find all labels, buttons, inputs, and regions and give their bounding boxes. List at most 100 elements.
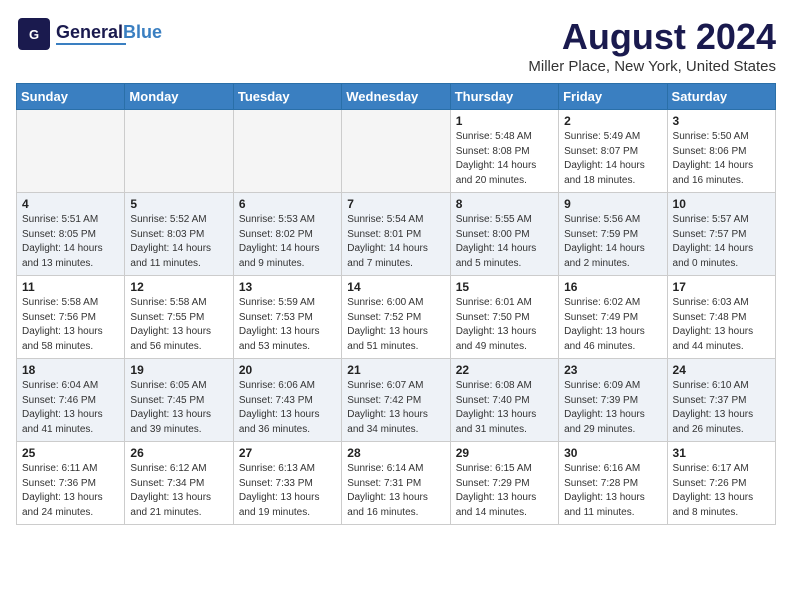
day-info: Sunrise: 5:54 AM Sunset: 8:01 PM Dayligh… [347, 213, 444, 271]
day-number: 26 [130, 446, 227, 460]
day-number: 25 [22, 446, 119, 460]
calendar-cell: 24Sunrise: 6:10 AM Sunset: 7:37 PM Dayli… [667, 359, 775, 442]
calendar-week-3: 11Sunrise: 5:58 AM Sunset: 7:56 PM Dayli… [17, 276, 776, 359]
day-info: Sunrise: 5:59 AM Sunset: 7:53 PM Dayligh… [239, 296, 336, 354]
calendar-week-1: 1Sunrise: 5:48 AM Sunset: 8:08 PM Daylig… [17, 110, 776, 193]
day-info: Sunrise: 6:15 AM Sunset: 7:29 PM Dayligh… [456, 462, 553, 520]
calendar-cell: 4 Sunrise: 5:51 AM Sunset: 8:05 PM Daylig… [17, 193, 125, 276]
calendar-cell: 10Sunrise: 5:57 AM Sunset: 7:57 PM Dayli… [667, 193, 775, 276]
day-number: 4 [22, 197, 119, 211]
calendar-week-5: 25 Sunrise: 6:11 AM Sunset: 7:36 PM Dayli… [17, 442, 776, 525]
calendar-cell: 19Sunrise: 6:05 AM Sunset: 7:45 PM Dayli… [125, 359, 233, 442]
day-number: 20 [239, 363, 336, 377]
calendar-cell [17, 110, 125, 193]
day-info: Sunrise: 6:09 AM Sunset: 7:39 PM Dayligh… [564, 379, 661, 437]
day-number: 3 [673, 114, 770, 128]
day-info: Sunrise: 6:17 AM Sunset: 7:26 PM Dayligh… [673, 462, 770, 520]
day-number: 14 [347, 280, 444, 294]
logo-blue: Blue [123, 22, 162, 42]
day-number: 21 [347, 363, 444, 377]
day-info: Sunrise: 6:01 AM Sunset: 7:50 PM Dayligh… [456, 296, 553, 354]
col-header-saturday: Saturday [667, 84, 775, 110]
logo: G GeneralBlue [16, 16, 162, 52]
day-number: 31 [673, 446, 770, 460]
day-info: Sunrise: 5:49 AM Sunset: 8:07 PM Dayligh… [564, 130, 661, 188]
day-info: Sunrise: 6:16 AM Sunset: 7:28 PM Dayligh… [564, 462, 661, 520]
day-info: Sunrise: 5:58 AM Sunset: 7:56 PM Dayligh… [22, 296, 119, 354]
calendar-cell: 6 Sunrise: 5:53 AM Sunset: 8:02 PM Daylig… [233, 193, 341, 276]
title-block: August 2024 Miller Place, New York, Unit… [528, 16, 776, 75]
day-info: Sunrise: 6:12 AM Sunset: 7:34 PM Dayligh… [130, 462, 227, 520]
day-info: Sunrise: 6:14 AM Sunset: 7:31 PM Dayligh… [347, 462, 444, 520]
calendar-cell: 2 Sunrise: 5:49 AM Sunset: 8:07 PM Daylig… [559, 110, 667, 193]
calendar-cell: 29 Sunrise: 6:15 AM Sunset: 7:29 PM Dayli… [450, 442, 558, 525]
calendar-cell [342, 110, 450, 193]
day-info: Sunrise: 6:07 AM Sunset: 7:42 PM Dayligh… [347, 379, 444, 437]
svg-text:G: G [29, 27, 39, 42]
day-info: Sunrise: 6:02 AM Sunset: 7:49 PM Dayligh… [564, 296, 661, 354]
col-header-sunday: Sunday [17, 84, 125, 110]
day-info: Sunrise: 5:53 AM Sunset: 8:02 PM Dayligh… [239, 213, 336, 271]
day-number: 12 [130, 280, 227, 294]
day-info: Sunrise: 6:08 AM Sunset: 7:40 PM Dayligh… [456, 379, 553, 437]
day-info: Sunrise: 5:56 AM Sunset: 7:59 PM Dayligh… [564, 213, 661, 271]
calendar-cell: 28 Sunrise: 6:14 AM Sunset: 7:31 PM Dayli… [342, 442, 450, 525]
calendar-cell: 17 Sunrise: 6:03 AM Sunset: 7:48 PM Dayli… [667, 276, 775, 359]
logo-general: General [56, 22, 123, 42]
page-header: G GeneralBlue August 2024 Miller Place, … [16, 16, 776, 75]
calendar-cell: 18 Sunrise: 6:04 AM Sunset: 7:46 PM Dayli… [17, 359, 125, 442]
calendar-cell [233, 110, 341, 193]
calendar-cell: 8Sunrise: 5:55 AM Sunset: 8:00 PM Daylig… [450, 193, 558, 276]
col-header-friday: Friday [559, 84, 667, 110]
day-number: 28 [347, 446, 444, 460]
day-number: 22 [456, 363, 553, 377]
day-number: 23 [564, 363, 661, 377]
calendar-cell: 21 Sunrise: 6:07 AM Sunset: 7:42 PM Dayli… [342, 359, 450, 442]
day-info: Sunrise: 5:52 AM Sunset: 8:03 PM Dayligh… [130, 213, 227, 271]
day-info: Sunrise: 5:50 AM Sunset: 8:06 PM Dayligh… [673, 130, 770, 188]
day-info: Sunrise: 6:05 AM Sunset: 7:45 PM Dayligh… [130, 379, 227, 437]
calendar-cell: 22 Sunrise: 6:08 AM Sunset: 7:40 PM Dayli… [450, 359, 558, 442]
day-number: 9 [564, 197, 661, 211]
day-info: Sunrise: 6:04 AM Sunset: 7:46 PM Dayligh… [22, 379, 119, 437]
month-year-title: August 2024 [528, 16, 776, 58]
calendar-header-row: SundayMondayTuesdayWednesdayThursdayFrid… [17, 84, 776, 110]
calendar-cell: 26 Sunrise: 6:12 AM Sunset: 7:34 PM Dayli… [125, 442, 233, 525]
day-number: 16 [564, 280, 661, 294]
calendar-week-2: 4 Sunrise: 5:51 AM Sunset: 8:05 PM Daylig… [17, 193, 776, 276]
calendar-cell: 15 Sunrise: 6:01 AM Sunset: 7:50 PM Dayli… [450, 276, 558, 359]
day-number: 1 [456, 114, 553, 128]
day-info: Sunrise: 5:58 AM Sunset: 7:55 PM Dayligh… [130, 296, 227, 354]
calendar-table: SundayMondayTuesdayWednesdayThursdayFrid… [16, 83, 776, 525]
calendar-cell: 25 Sunrise: 6:11 AM Sunset: 7:36 PM Dayli… [17, 442, 125, 525]
day-number: 5 [130, 197, 227, 211]
calendar-cell: 16 Sunrise: 6:02 AM Sunset: 7:49 PM Dayli… [559, 276, 667, 359]
day-number: 29 [456, 446, 553, 460]
calendar-cell: 30Sunrise: 6:16 AM Sunset: 7:28 PM Dayli… [559, 442, 667, 525]
day-number: 2 [564, 114, 661, 128]
day-info: Sunrise: 6:13 AM Sunset: 7:33 PM Dayligh… [239, 462, 336, 520]
day-number: 10 [673, 197, 770, 211]
day-number: 8 [456, 197, 553, 211]
calendar-cell: 14Sunrise: 6:00 AM Sunset: 7:52 PM Dayli… [342, 276, 450, 359]
day-number: 15 [456, 280, 553, 294]
calendar-cell: 11Sunrise: 5:58 AM Sunset: 7:56 PM Dayli… [17, 276, 125, 359]
col-header-tuesday: Tuesday [233, 84, 341, 110]
day-number: 6 [239, 197, 336, 211]
location-subtitle: Miller Place, New York, United States [528, 58, 776, 75]
day-info: Sunrise: 6:03 AM Sunset: 7:48 PM Dayligh… [673, 296, 770, 354]
day-number: 18 [22, 363, 119, 377]
day-number: 17 [673, 280, 770, 294]
col-header-thursday: Thursday [450, 84, 558, 110]
day-info: Sunrise: 6:06 AM Sunset: 7:43 PM Dayligh… [239, 379, 336, 437]
calendar-cell: 27Sunrise: 6:13 AM Sunset: 7:33 PM Dayli… [233, 442, 341, 525]
day-number: 7 [347, 197, 444, 211]
day-info: Sunrise: 5:51 AM Sunset: 8:05 PM Dayligh… [22, 213, 119, 271]
col-header-wednesday: Wednesday [342, 84, 450, 110]
col-header-monday: Monday [125, 84, 233, 110]
day-number: 24 [673, 363, 770, 377]
calendar-cell: 9 Sunrise: 5:56 AM Sunset: 7:59 PM Daylig… [559, 193, 667, 276]
calendar-cell: 7 Sunrise: 5:54 AM Sunset: 8:01 PM Daylig… [342, 193, 450, 276]
day-number: 13 [239, 280, 336, 294]
day-info: Sunrise: 6:11 AM Sunset: 7:36 PM Dayligh… [22, 462, 119, 520]
